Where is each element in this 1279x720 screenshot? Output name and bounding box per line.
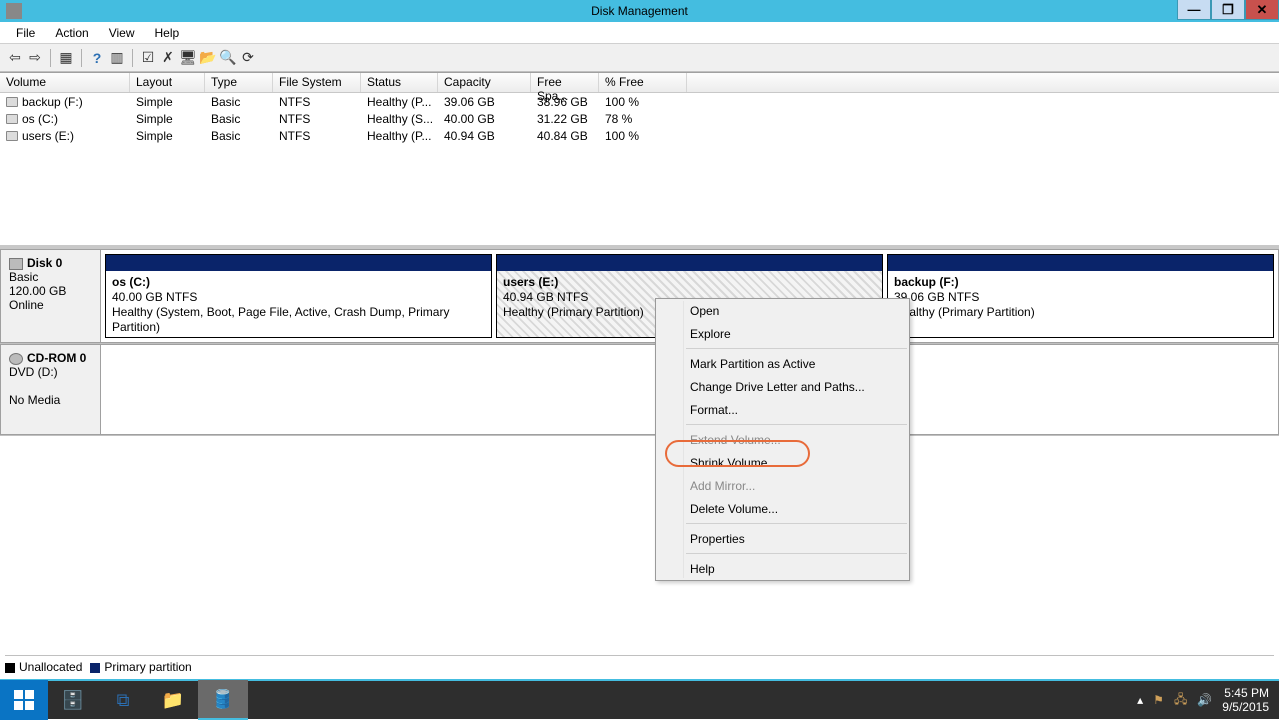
tray-flag-icon[interactable]: ⚑: [1153, 693, 1164, 707]
cdrom-row: CD-ROM 0 DVD (D:) No Media: [0, 344, 1279, 436]
checklist-icon[interactable]: ☑: [139, 49, 157, 67]
cdrom-icon: [9, 353, 23, 365]
drive-icon: [6, 114, 18, 124]
window-buttons: — ❐ ✕: [1177, 0, 1279, 20]
titlebar: Disk Management — ❐ ✕: [0, 0, 1279, 22]
ctx-help[interactable]: Help: [656, 557, 909, 580]
legend-swatch-unallocated: [5, 663, 15, 673]
cdrom-label[interactable]: CD-ROM 0 DVD (D:) No Media: [0, 344, 100, 435]
back-icon[interactable]: ⇦: [6, 49, 24, 67]
ctx-delete-volume[interactable]: Delete Volume...: [656, 497, 909, 520]
ctx-format[interactable]: Format...: [656, 398, 909, 421]
partition-bar: [497, 255, 882, 271]
volume-list: Volume Layout Type File System Status Ca…: [0, 72, 1279, 245]
menu-file[interactable]: File: [6, 26, 45, 40]
volume-row[interactable]: os (C:) Simple Basic NTFS Healthy (S... …: [0, 110, 1279, 127]
close-button[interactable]: ✕: [1245, 0, 1279, 20]
partition-bar: [106, 255, 491, 271]
volume-header: Volume Layout Type File System Status Ca…: [0, 73, 1279, 93]
ctx-change-letter[interactable]: Change Drive Letter and Paths...: [656, 375, 909, 398]
help-icon[interactable]: ?: [88, 49, 106, 67]
xmark-icon[interactable]: ✗: [159, 49, 177, 67]
tray-volume-icon[interactable]: 🔊: [1197, 693, 1212, 707]
tray-chevron-icon[interactable]: ▴: [1137, 693, 1143, 707]
taskbar-diskmgmt-icon[interactable]: 🛢️: [198, 680, 248, 720]
computer-icon[interactable]: 🖥: [179, 49, 197, 67]
taskbar-clock[interactable]: 5:45 PM 9/5/2015: [1222, 686, 1269, 715]
col-status[interactable]: Status: [361, 73, 438, 92]
forward-icon[interactable]: ⇨: [26, 49, 44, 67]
legend-swatch-primary: [90, 663, 100, 673]
toolbar: ⇦ ⇨ ▦ ? ▥ ☑ ✗ 🖥 📂 🔍 ⟳: [0, 44, 1279, 72]
taskbar-server-manager-icon[interactable]: 🗄️: [48, 680, 98, 720]
disk-graphical-pane: Disk 0 Basic 120.00 GB Online os (C:) 40…: [0, 245, 1279, 436]
ctx-extend-volume: Extend Volume...: [656, 428, 909, 451]
menu-view[interactable]: View: [99, 26, 145, 40]
partition-bar: [888, 255, 1273, 271]
col-free[interactable]: Free Spa...: [531, 73, 599, 92]
taskbar: 🗄️ ⧉ 📁 🛢️ ▴ ⚑ 🖧 🔊 5:45 PM 9/5/2015: [0, 679, 1279, 719]
partition-backup[interactable]: backup (F:) 39.06 GB NTFS Healthy (Prima…: [887, 254, 1274, 338]
drive-icon: [6, 97, 18, 107]
system-tray: ▴ ⚑ 🖧 🔊 5:45 PM 9/5/2015: [1137, 686, 1279, 715]
taskbar-powershell-icon[interactable]: ⧉: [98, 680, 148, 720]
app-icon: [6, 3, 22, 19]
start-button[interactable]: [0, 680, 48, 720]
search-icon[interactable]: 🔍: [219, 49, 237, 67]
legend: Unallocated Primary partition: [5, 655, 1274, 675]
grid-icon[interactable]: ▦: [57, 49, 75, 67]
refresh-icon[interactable]: ⟳: [239, 49, 257, 67]
col-volume[interactable]: Volume: [0, 73, 130, 92]
window-title: Disk Management: [591, 4, 688, 18]
ctx-properties[interactable]: Properties: [656, 527, 909, 550]
ctx-open[interactable]: Open: [656, 299, 909, 322]
ctx-mark-active[interactable]: Mark Partition as Active: [656, 352, 909, 375]
maximize-button[interactable]: ❐: [1211, 0, 1245, 20]
drive-icon: [6, 131, 18, 141]
disk0-label[interactable]: Disk 0 Basic 120.00 GB Online: [0, 249, 100, 343]
col-capacity[interactable]: Capacity: [438, 73, 531, 92]
menu-action[interactable]: Action: [45, 26, 98, 40]
menubar: File Action View Help: [0, 22, 1279, 44]
volume-row[interactable]: users (E:) Simple Basic NTFS Healthy (P.…: [0, 127, 1279, 144]
menu-help[interactable]: Help: [145, 26, 190, 40]
partition-os[interactable]: os (C:) 40.00 GB NTFS Healthy (System, B…: [105, 254, 492, 338]
col-filesystem[interactable]: File System: [273, 73, 361, 92]
col-pctfree[interactable]: % Free: [599, 73, 687, 92]
ctx-explore[interactable]: Explore: [656, 322, 909, 345]
minimize-button[interactable]: —: [1177, 0, 1211, 20]
col-layout[interactable]: Layout: [130, 73, 205, 92]
ctx-add-mirror: Add Mirror...: [656, 474, 909, 497]
context-menu: Open Explore Mark Partition as Active Ch…: [655, 298, 910, 581]
folder-icon[interactable]: 📂: [199, 49, 217, 67]
panel-icon[interactable]: ▥: [108, 49, 126, 67]
disk-icon: [9, 258, 23, 270]
taskbar-explorer-icon[interactable]: 📁: [148, 680, 198, 720]
tray-network-icon[interactable]: 🖧: [1174, 690, 1187, 711]
ctx-shrink-volume[interactable]: Shrink Volume...: [656, 451, 909, 474]
disk-row: Disk 0 Basic 120.00 GB Online os (C:) 40…: [0, 249, 1279, 344]
col-type[interactable]: Type: [205, 73, 273, 92]
volume-row[interactable]: backup (F:) Simple Basic NTFS Healthy (P…: [0, 93, 1279, 110]
